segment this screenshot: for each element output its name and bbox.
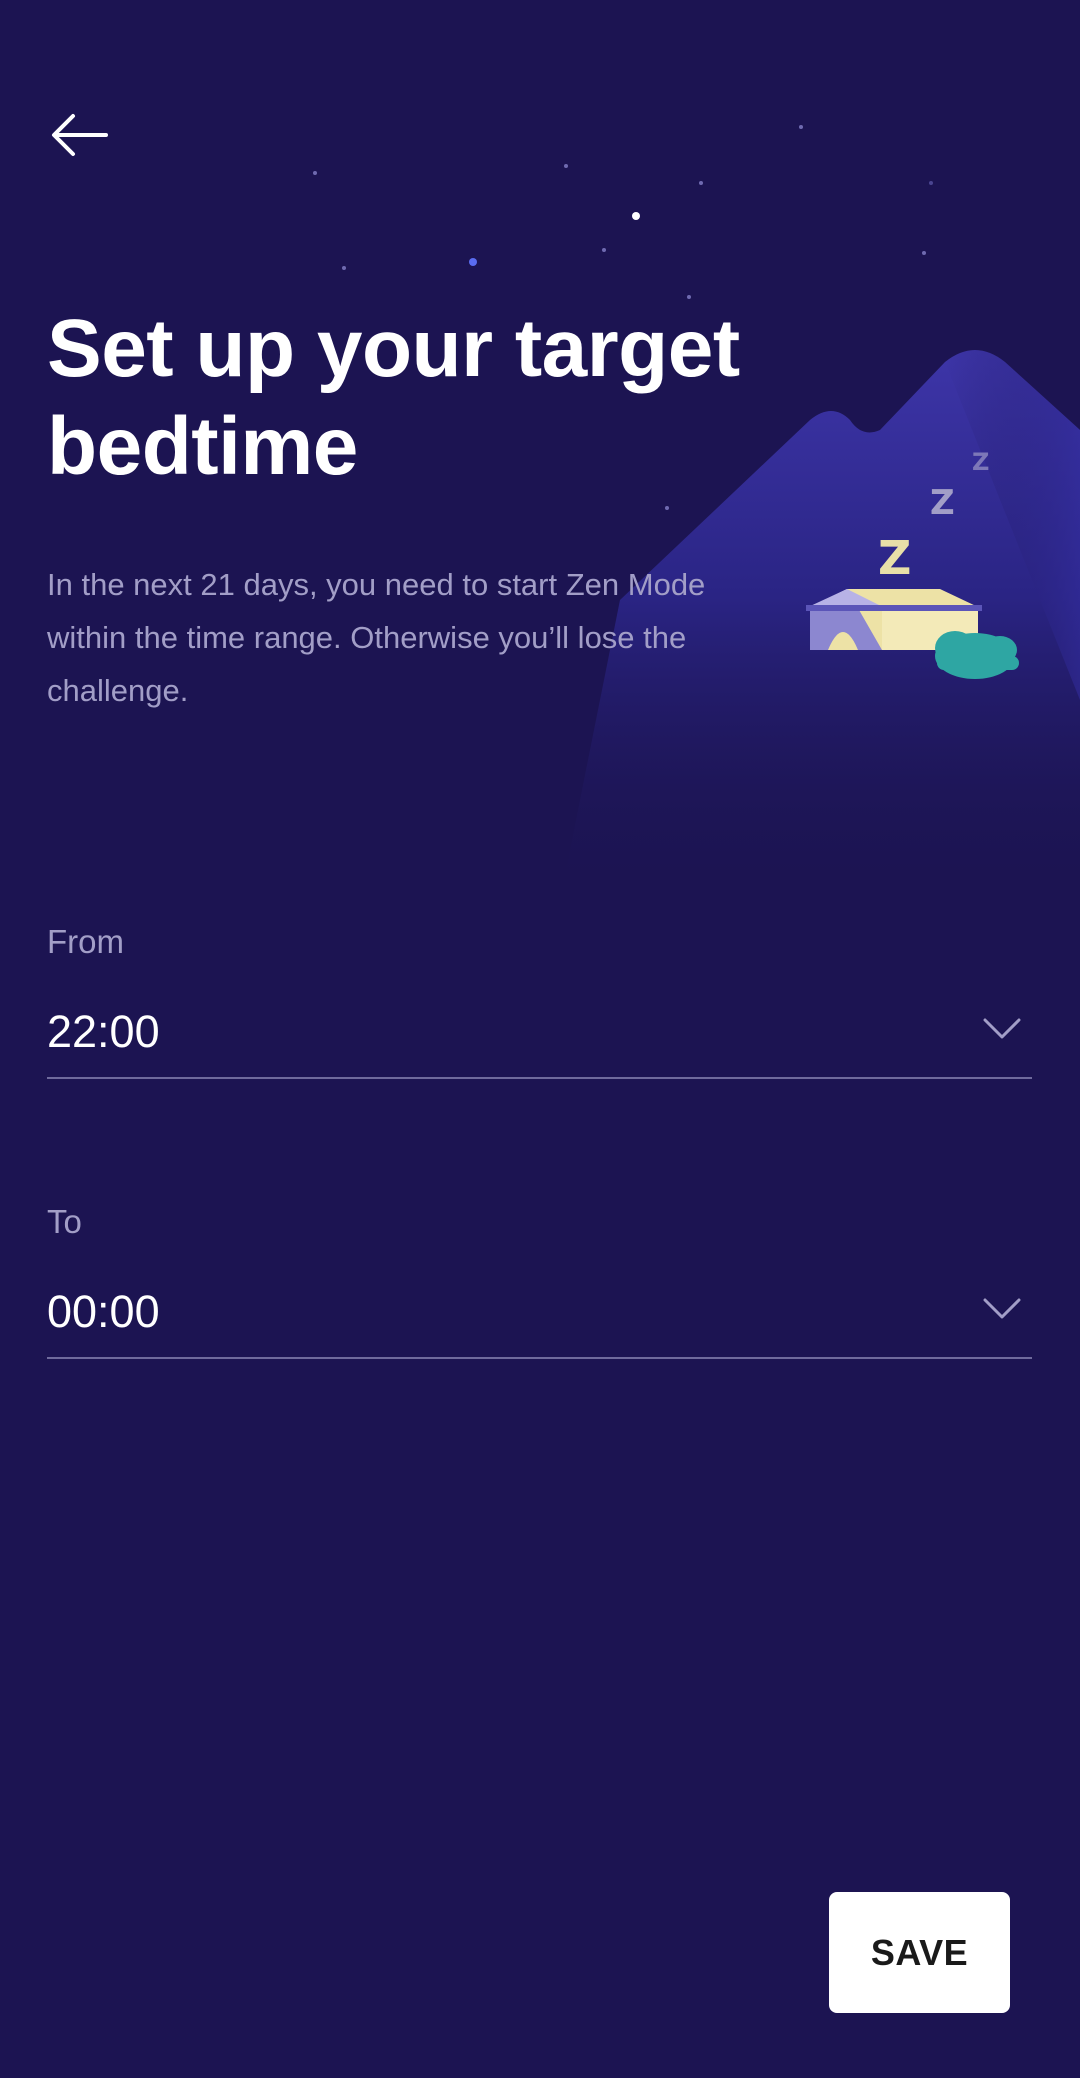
to-time-field: To 00:00 xyxy=(47,1202,1032,1359)
to-time-dropdown[interactable]: 00:00 xyxy=(47,1283,1032,1359)
svg-text:Z: Z xyxy=(878,531,911,585)
from-label: From xyxy=(47,923,124,960)
description-text: In the next 21 days, you need to start Z… xyxy=(47,567,706,708)
from-time-dropdown[interactable]: 22:00 xyxy=(47,1003,1032,1079)
chevron-down-icon xyxy=(983,1018,1021,1039)
page-title: Set up your target bedtime xyxy=(47,303,740,492)
svg-text:Z: Z xyxy=(972,448,989,476)
to-time-value: 00:00 xyxy=(47,1286,160,1337)
svg-text:Z: Z xyxy=(930,483,955,523)
back-button[interactable] xyxy=(40,100,120,170)
bedtime-setup-screen: Z Z Z Set up your target bedtime In the … xyxy=(0,0,1080,2078)
arrow-left-icon xyxy=(52,114,108,156)
save-button[interactable]: SAVE xyxy=(829,1892,1010,2013)
to-label: To xyxy=(47,1203,82,1240)
from-time-value: 22:00 xyxy=(47,1006,160,1057)
chevron-down-icon xyxy=(983,1298,1021,1319)
from-time-field: From 22:00 xyxy=(47,922,1032,1079)
